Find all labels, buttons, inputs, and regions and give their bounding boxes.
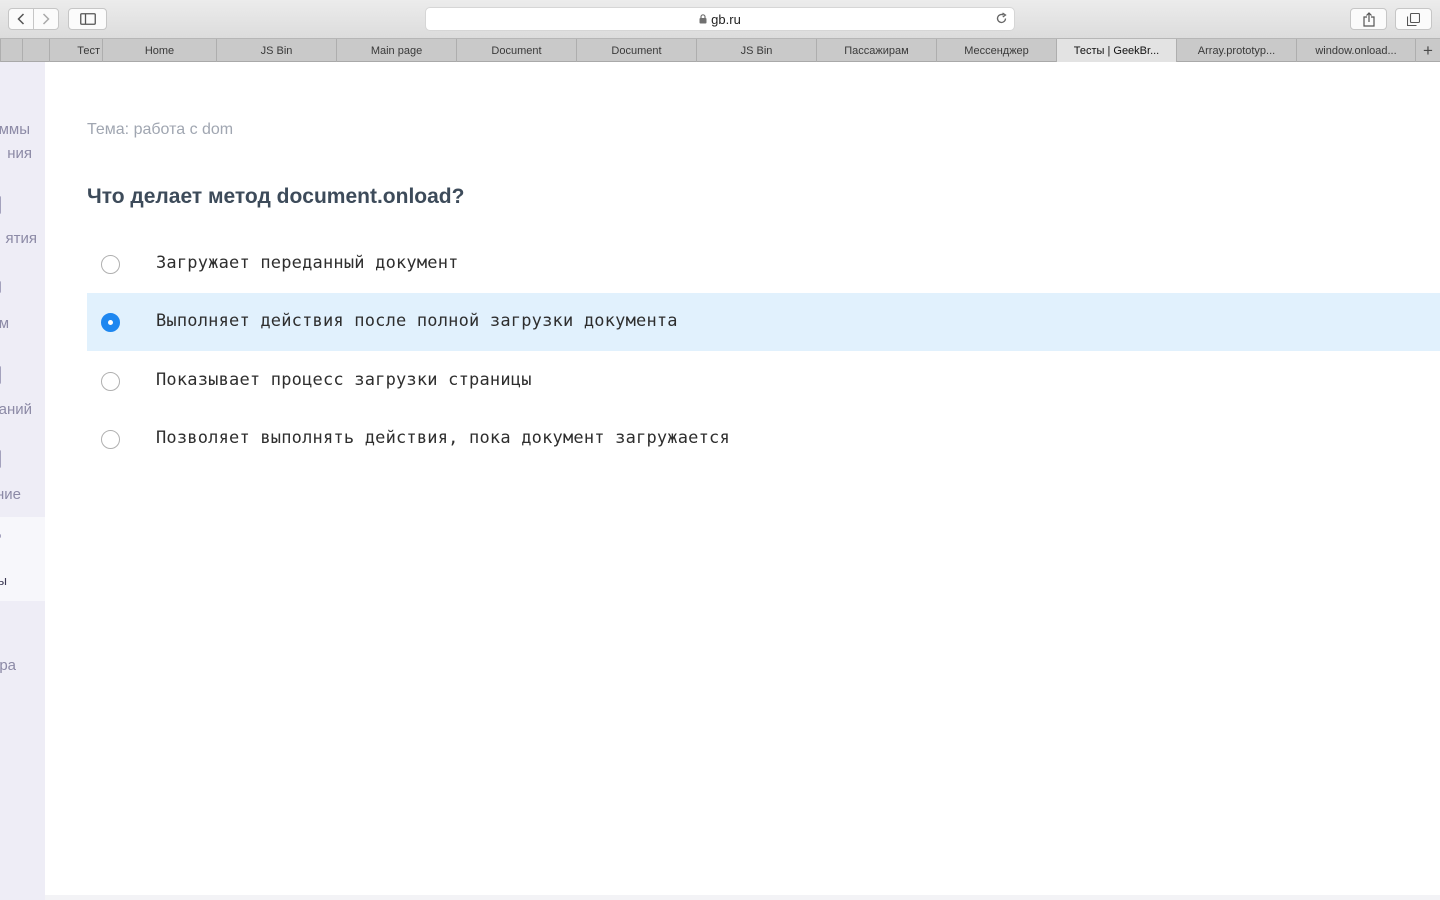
- radio-button[interactable]: [101, 372, 120, 391]
- tab-pinned-spacer[interactable]: [22, 39, 49, 62]
- tab-label: Main page: [370, 44, 423, 57]
- sidebar-icon: [0, 281, 1, 293]
- history-nav: [8, 8, 59, 30]
- tab-label: Array.prototyp...: [1197, 44, 1276, 57]
- lock-icon: [699, 14, 707, 24]
- tab[interactable]: Array.prototyp...: [1176, 39, 1296, 62]
- radio-button[interactable]: [101, 255, 120, 274]
- tab[interactable]: Home: [102, 39, 216, 62]
- address-bar[interactable]: gb.ru: [425, 7, 1015, 31]
- tab-label: Мессенджер: [964, 44, 1029, 57]
- answer-option-selected[interactable]: Выполняет действия после полной загрузки…: [87, 293, 1440, 351]
- forward-button[interactable]: [33, 9, 58, 29]
- tab[interactable]: Мессенджер: [936, 39, 1056, 62]
- sidebar-item-label[interactable]: ятия: [6, 230, 38, 247]
- answer-option-label: Загружает переданный документ: [156, 253, 459, 273]
- url-text: gb.ru: [711, 11, 741, 27]
- browser-toolbar: gb.ru: [0, 0, 1440, 38]
- sidebar-active-highlight: [0, 517, 45, 601]
- chevron-left-icon: [17, 13, 25, 25]
- course-sidebar: ммы ния ятия м аний ние ы ра: [0, 62, 45, 900]
- tab-label: JS Bin: [740, 44, 773, 57]
- tab[interactable]: Тест: [49, 39, 102, 62]
- share-button[interactable]: [1350, 8, 1387, 30]
- answer-option[interactable]: Позволяет выполнять действия, пока докум…: [87, 410, 1440, 468]
- tab-active[interactable]: Тесты | GeekBr...: [1056, 39, 1176, 62]
- sidebar-item-label-current[interactable]: ы: [0, 573, 7, 588]
- chevron-right-icon: [42, 13, 50, 25]
- tab-label: Тест: [77, 44, 100, 57]
- tab[interactable]: Document: [576, 39, 696, 62]
- sidebar-item-label[interactable]: аний: [0, 401, 32, 418]
- sidebar-icon: [0, 366, 1, 384]
- tab[interactable]: Main page: [336, 39, 456, 62]
- tab-pinned-spacer[interactable]: [0, 39, 22, 62]
- tab-label: Home: [144, 44, 175, 57]
- tab[interactable]: JS Bin: [216, 39, 336, 62]
- sidebar-item-label[interactable]: ммы: [0, 121, 30, 138]
- quiz-topic: Тема: работа с dom: [87, 121, 234, 138]
- reload-icon[interactable]: [995, 12, 1008, 30]
- tab-label: Document: [611, 44, 662, 57]
- answer-option[interactable]: Загружает переданный документ: [87, 235, 1440, 293]
- answer-option-label: Выполняет действия после полной загрузки…: [156, 311, 678, 331]
- tab-overview-button[interactable]: [1395, 8, 1432, 30]
- sidebar-toggle-button[interactable]: [68, 8, 107, 30]
- tab-bar: Тест Home JS Bin Main page Document Docu…: [0, 38, 1440, 62]
- sidebar-icon: [79, 13, 96, 25]
- tab-label: Document: [491, 44, 542, 57]
- page-footer-strip: [45, 895, 1440, 900]
- tab-label: Пассажирам: [844, 44, 909, 57]
- sidebar-item-label[interactable]: ние: [0, 486, 21, 503]
- answer-option-label: Показывает процесс загрузки страницы: [156, 370, 532, 390]
- sidebar-item-label[interactable]: ра: [0, 657, 16, 674]
- tabs-overview-icon: [1407, 12, 1420, 26]
- tab[interactable]: window.onload...: [1296, 39, 1415, 62]
- radio-button-checked[interactable]: [101, 313, 120, 332]
- sidebar-item-label[interactable]: м: [0, 315, 9, 332]
- tab[interactable]: Пассажирам: [816, 39, 936, 62]
- tab-label: JS Bin: [260, 44, 293, 57]
- back-button[interactable]: [9, 9, 33, 29]
- answer-option[interactable]: Показывает процесс загрузки страницы: [87, 352, 1440, 410]
- tab[interactable]: Document: [456, 39, 576, 62]
- answer-option-label: Позволяет выполнять действия, пока докум…: [156, 428, 730, 448]
- sidebar-icon: [0, 450, 1, 468]
- radio-button[interactable]: [101, 430, 120, 449]
- new-tab-button[interactable]: +: [1415, 39, 1440, 62]
- share-icon: [1362, 11, 1375, 27]
- sidebar-icon: [0, 196, 1, 214]
- tab-label: Тесты | GeekBr...: [1073, 44, 1160, 57]
- tab-label: window.onload...: [1315, 44, 1397, 57]
- quiz-question: Что делает метод document.onload?: [87, 185, 465, 208]
- sidebar-item-label[interactable]: ния: [7, 145, 32, 162]
- tab[interactable]: JS Bin: [696, 39, 816, 62]
